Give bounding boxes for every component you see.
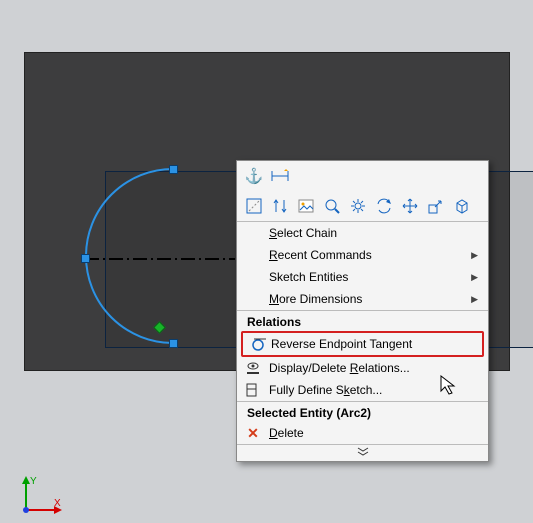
menu-item-delete[interactable]: ✕ Delete: [237, 422, 488, 444]
highlighted-menu-item: Reverse Endpoint Tangent: [241, 331, 484, 357]
menu-label: Sketch Entities: [269, 270, 348, 284]
arc2-sketch-curve[interactable]: [45, 113, 245, 313]
section-header-relations: Relations: [237, 310, 488, 331]
menu-label: Select Chain: [269, 226, 337, 240]
swap-icon[interactable]: [271, 197, 289, 215]
anchor-icon[interactable]: ⚓: [245, 167, 263, 185]
dimension-icon[interactable]: [271, 167, 289, 185]
endpoint-handle-left[interactable]: [81, 254, 90, 263]
endpoint-handle-top[interactable]: [169, 165, 178, 174]
context-toolbar-row-2: [237, 191, 488, 222]
delete-x-icon: ✕: [245, 425, 261, 441]
menu-label: Recent Commands: [269, 248, 372, 262]
submenu-arrow-icon: ▶: [471, 294, 478, 305]
picture-icon[interactable]: [297, 197, 315, 215]
endpoint-handle-bottom[interactable]: [169, 339, 178, 348]
axis-y-label: Y: [30, 476, 37, 487]
tangent-icon: [251, 336, 267, 352]
zoom-fit-icon[interactable]: [323, 197, 341, 215]
expand-menu-chevron[interactable]: [237, 444, 488, 461]
menu-item-fully-define-sketch[interactable]: Fully Define Sketch...: [237, 379, 488, 401]
menu-label: Display/Delete Relations...: [269, 361, 410, 375]
context-toolbar-row-1: ⚓: [237, 161, 488, 191]
replace-icon[interactable]: [375, 197, 393, 215]
construction-geometry-icon[interactable]: [245, 197, 263, 215]
submenu-arrow-icon: ▶: [471, 250, 478, 261]
menu-label: Fully Define Sketch...: [269, 383, 382, 397]
menu-item-select-chain[interactable]: Select Chain: [237, 222, 488, 244]
menu-label: Reverse Endpoint Tangent: [271, 337, 412, 351]
axis-x-label: X: [54, 498, 61, 509]
submenu-arrow-icon: ▶: [471, 272, 478, 283]
box-icon[interactable]: [453, 197, 471, 215]
move-icon[interactable]: [401, 197, 419, 215]
context-menu: ⚓ Select Chain Recent Commands ▶ Sketch …: [236, 160, 489, 462]
menu-item-recent-commands[interactable]: Recent Commands ▶: [237, 244, 488, 266]
relations-eye-icon: [245, 360, 261, 376]
settings-icon[interactable]: [349, 197, 367, 215]
scale-icon[interactable]: [427, 197, 445, 215]
fully-define-icon: [245, 382, 261, 398]
menu-label: More Dimensions: [269, 292, 362, 306]
axis-triad: Y X: [18, 474, 68, 521]
section-header-selected-entity: Selected Entity (Arc2): [237, 401, 488, 422]
menu-item-sketch-entities[interactable]: Sketch Entities ▶: [237, 266, 488, 288]
menu-item-reverse-endpoint-tangent[interactable]: Reverse Endpoint Tangent: [243, 333, 482, 355]
menu-item-display-delete-relations[interactable]: Display/Delete Relations...: [237, 357, 488, 379]
menu-label: Delete: [269, 426, 304, 440]
menu-item-more-dimensions[interactable]: More Dimensions ▶: [237, 288, 488, 310]
centerline: [85, 258, 235, 260]
